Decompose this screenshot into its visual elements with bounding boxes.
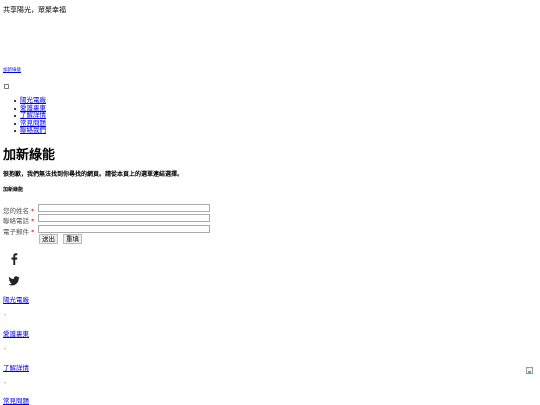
submit-button[interactable]: 送出 xyxy=(39,234,58,244)
facebook-icon xyxy=(11,253,18,265)
site-logo-link[interactable]: 加新綠能 xyxy=(3,67,21,73)
footer-separator: › xyxy=(4,346,6,352)
name-field[interactable] xyxy=(38,204,210,212)
not-found-message: 很抱歉，我們無法找到你尋找的網頁。請從本頁上的選單連結選擇。 xyxy=(3,171,184,178)
form-heading: 加新綠能 xyxy=(3,187,24,193)
footer-separator: › xyxy=(4,380,6,386)
page-title: 加新綠能 xyxy=(3,148,56,163)
name-label: 您的姓名 * xyxy=(3,207,35,215)
menu-toggle-checkbox[interactable] xyxy=(4,84,9,89)
twitter-link[interactable] xyxy=(8,272,20,286)
footer-link-faq[interactable]: 常見問題 xyxy=(3,395,29,405)
reset-button[interactable]: 重填 xyxy=(63,234,82,244)
footer-separator: › xyxy=(4,312,6,318)
footer-link-care[interactable]: 愛護裏東 xyxy=(3,328,29,338)
footer-link-details[interactable]: 了解詳情 xyxy=(3,362,29,372)
phone-field[interactable] xyxy=(38,214,210,222)
phone-label: 聯絡電話 * xyxy=(3,217,35,225)
twitter-icon xyxy=(8,276,20,286)
email-field[interactable] xyxy=(38,225,210,233)
facebook-link[interactable] xyxy=(8,250,20,265)
footer-link-solar-plant[interactable]: 陽光電廠 xyxy=(3,294,29,304)
email-label: 電子郵件 * xyxy=(3,228,35,236)
site-tagline: 共享陽光，眾聚幸福 xyxy=(3,6,66,14)
broken-image-icon xyxy=(526,367,533,374)
main-nav: 陽光電廠 愛護裏東 了解詳情 常見問題 聯絡我們 xyxy=(14,96,46,135)
nav-item-contact: 聯絡我們 xyxy=(14,126,46,135)
nav-link-contact[interactable]: 聯絡我們 xyxy=(20,126,46,134)
